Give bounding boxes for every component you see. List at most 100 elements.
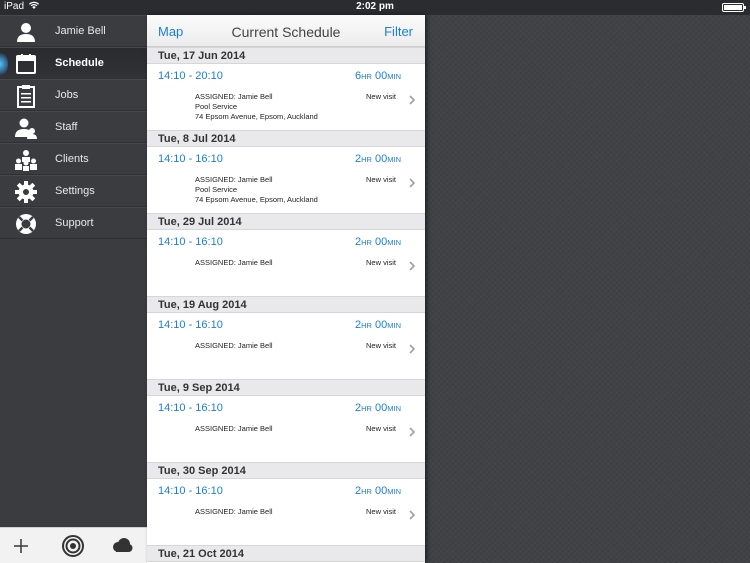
visit-assigned: ASSIGNED: Jamie Bell (195, 507, 273, 516)
date-section-header: Tue, 21 Oct 2014 (147, 545, 425, 562)
plus-icon[interactable] (9, 534, 33, 558)
sidebar-item-settings[interactable]: Settings (0, 175, 147, 207)
visit-assigned: ASSIGNED: Jamie Bell (195, 424, 273, 433)
duration-minutes-unit: MIN (387, 321, 401, 330)
sidebar-item-label: Clients (55, 153, 89, 165)
section-date: Tue, 21 Oct 2014 (158, 548, 245, 560)
clients-icon (14, 148, 38, 172)
visit-status: New visit (365, 258, 396, 267)
visit-assigned: ASSIGNED: Jamie Bell (195, 175, 273, 184)
section-date: Tue, 17 Jun 2014 (158, 50, 246, 62)
status-bar: iPad 2:02 pm (0, 0, 750, 15)
section-date: Tue, 29 Jul 2014 (158, 216, 242, 228)
visit-duration: 2HR 00MIN (355, 485, 401, 497)
duration-minutes: 00 (371, 319, 388, 331)
chevron-right-icon (408, 258, 416, 271)
sidebar-item-schedule[interactable]: Schedule (0, 47, 147, 79)
visit-time-range: 14:10 - 16:10 (158, 485, 223, 497)
section-date: Tue, 8 Jul 2014 (158, 133, 236, 145)
duration-minutes-unit: MIN (387, 155, 401, 164)
visit-assigned: ASSIGNED: Jamie Bell (195, 258, 273, 267)
visit-row[interactable]: 14:10 - 16:10 2HR 00MIN ASSIGNED: Jamie Be… (147, 396, 425, 462)
section-date: Tue, 19 Aug 2014 (158, 299, 247, 311)
date-section-header: Tue, 17 Jun 2014 (147, 47, 425, 64)
visit-row[interactable]: 14:10 - 16:10 2HR 00MIN ASSIGNED: Jamie Be… (147, 313, 425, 379)
date-section-header: Tue, 29 Jul 2014 (147, 213, 425, 230)
duration-hours-unit: HR (361, 72, 372, 81)
sidebar-item-label: Jobs (55, 89, 79, 101)
duration-minutes: 00 (371, 402, 388, 414)
sidebar-item-support[interactable]: Support (0, 207, 147, 239)
visit-row[interactable]: 14:10 - 16:10 2HR 00MIN ASSIGNED: Jamie Be… (147, 147, 425, 213)
sidebar-item-label: Settings (55, 185, 95, 197)
visit-status: New visit (365, 92, 396, 101)
battery-icon (722, 3, 746, 12)
duration-minutes: 00 (371, 236, 388, 248)
visit-duration: 6HR 00MIN (355, 70, 401, 82)
chevron-right-icon (408, 175, 416, 188)
duration-minutes: 00 (371, 485, 388, 497)
visit-row[interactable]: 14:10 - 16:10 2HR 00MIN ASSIGNED: Jamie Be… (147, 230, 425, 296)
visit-assigned: ASSIGNED: Jamie Bell (195, 92, 273, 101)
visit-row[interactable]: 14:10 - 20:10 6HR 00MIN ASSIGNED: Jamie Be… (147, 64, 425, 130)
duration-hours-unit: HR (361, 487, 372, 496)
visit-time-range: 14:10 - 16:10 (158, 153, 223, 165)
visit-duration: 2HR 00MIN (355, 402, 401, 414)
duration-minutes-unit: MIN (387, 238, 401, 247)
date-section-header: Tue, 30 Sep 2014 (147, 462, 425, 479)
duration-minutes-unit: MIN (387, 404, 401, 413)
visit-time-range: 14:10 - 16:10 (158, 402, 223, 414)
visit-status: New visit (365, 424, 396, 433)
duration-minutes: 00 (371, 153, 388, 165)
chevron-right-icon (408, 424, 416, 437)
chevron-right-icon (408, 341, 416, 354)
sidebar-item-profile[interactable]: Jamie Bell (0, 15, 147, 47)
duration-minutes-unit: MIN (387, 487, 401, 496)
visit-assigned: ASSIGNED: Jamie Bell (195, 341, 273, 350)
lifebuoy-icon (14, 212, 38, 236)
sidebar-toolbar (0, 527, 147, 563)
sidebar-item-label: Support (55, 217, 94, 229)
duration-hours-unit: HR (361, 238, 372, 247)
visit-status: New visit (365, 507, 396, 516)
sidebar-item-clients[interactable]: Clients (0, 143, 147, 175)
duration-hours-unit: HR (361, 321, 372, 330)
sidebar-item-label: Schedule (55, 57, 104, 69)
visit-time-range: 14:10 - 16:10 (158, 236, 223, 248)
sidebar-item-label: Staff (55, 121, 78, 133)
staff-icon (14, 116, 38, 140)
schedule-panel: Map Current Schedule Filter Tue, 17 Jun … (147, 15, 425, 563)
clock: 2:02 pm (356, 1, 394, 12)
visit-time-range: 14:10 - 20:10 (158, 70, 223, 82)
sidebar-item-label: Jamie Bell (55, 25, 106, 37)
visit-row[interactable]: 14:10 - 16:10 2HR 00MIN ASSIGNED: Jamie Be… (147, 479, 425, 545)
duration-hours-unit: HR (361, 155, 372, 164)
visit-duration: 2HR 00MIN (355, 319, 401, 331)
visit-time-range: 14:10 - 16:10 (158, 319, 223, 331)
visit-duration: 2HR 00MIN (355, 153, 401, 165)
date-section-header: Tue, 9 Sep 2014 (147, 379, 425, 396)
section-date: Tue, 9 Sep 2014 (158, 382, 240, 394)
calendar-icon (14, 52, 38, 76)
visit-service: Pool Service (195, 102, 238, 111)
date-section-header: Tue, 8 Jul 2014 (147, 130, 425, 147)
target-icon[interactable] (61, 534, 85, 558)
sidebar: Jamie Bell Schedule Jobs Staff Clients S… (0, 15, 147, 563)
visit-status: New visit (365, 175, 396, 184)
sidebar-item-staff[interactable]: Staff (0, 111, 147, 143)
visit-address: 74 Epsom Avenue, Epsom, Auckland (195, 112, 318, 121)
active-indicator (0, 51, 8, 77)
cloud-icon[interactable] (110, 534, 134, 558)
duration-minutes-unit: MIN (387, 72, 401, 81)
visit-address: 74 Epsom Avenue, Epsom, Auckland (195, 195, 318, 204)
sidebar-item-jobs[interactable]: Jobs (0, 79, 147, 111)
duration-minutes: 00 (371, 70, 388, 82)
chevron-right-icon (408, 92, 416, 105)
duration-hours-unit: HR (361, 404, 372, 413)
user-icon (14, 20, 38, 44)
chevron-right-icon (408, 507, 416, 520)
section-date: Tue, 30 Sep 2014 (158, 465, 246, 477)
visit-duration: 2HR 00MIN (355, 236, 401, 248)
filter-button[interactable]: Filter (384, 24, 413, 39)
date-section-header: Tue, 19 Aug 2014 (147, 296, 425, 313)
